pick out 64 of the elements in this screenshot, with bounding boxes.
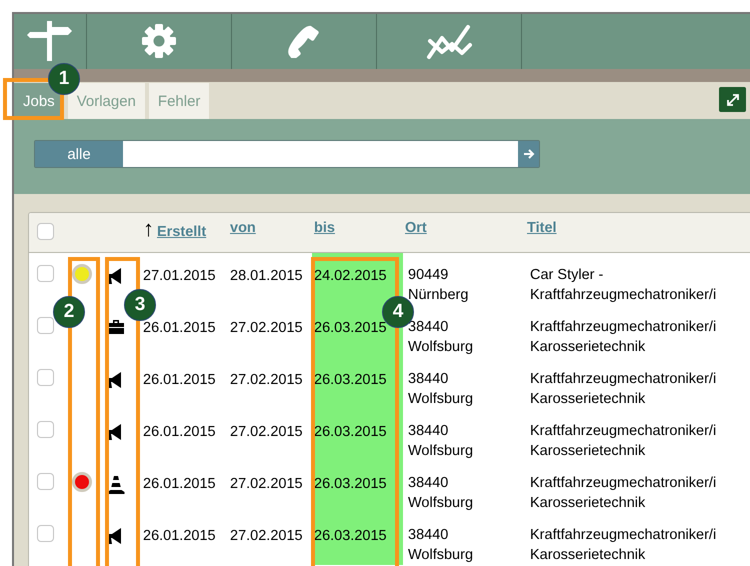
table-cell: 26.03.2015 (312, 409, 403, 461)
column-header-link[interactable]: bis (314, 220, 335, 236)
table-cell-text: Wolfsburg (408, 338, 474, 357)
column-header-link[interactable]: von (230, 220, 256, 236)
submit-button[interactable] (518, 141, 539, 168)
column-header-link[interactable]: Ort (405, 220, 427, 236)
signpost-icon (27, 19, 73, 64)
sort-arrow: ↑ (143, 218, 154, 240)
table-cell-text: 27.02.2015 (229, 475, 304, 494)
checkbox[interactable] (37, 421, 54, 438)
table-cell: 26.03.2015 (312, 461, 403, 513)
checkbox[interactable] (37, 369, 54, 386)
table-cell-text: Karosserietechnik (530, 390, 646, 409)
expand-button[interactable] (719, 87, 746, 112)
table-cell-text: 26.01.2015 (142, 423, 217, 442)
settings-icon (141, 23, 177, 60)
table-cell-text: 26.01.2015 (142, 475, 217, 494)
table-cell-text: 27.02.2015 (229, 423, 304, 442)
column-header-link[interactable]: Erstellt (157, 224, 206, 240)
table-cell-text: 27.02.2015 (229, 319, 304, 338)
checkbox[interactable] (37, 473, 54, 490)
table-cell-text: 26.01.2015 (142, 527, 217, 546)
table-cell-text: Karosserietechnik (530, 546, 646, 565)
table-cell-text: Wolfsburg (408, 494, 474, 513)
table-cell-text: Kraftfahrzeugmechatroniker/i (530, 474, 716, 493)
table-cell: 26.03.2015 (312, 513, 403, 565)
table-cell-text: 38440 (408, 474, 450, 493)
search-field[interactable]: alle (34, 140, 540, 168)
table-cell-text: Kraftfahrzeugmechatroniker/i (530, 422, 716, 441)
table-cell-text: Car Styler - (530, 266, 604, 285)
table-cell-text: 27.02.2015 (229, 371, 304, 390)
table-cell-text: Karosserietechnik (530, 494, 646, 513)
checkbox[interactable] (37, 223, 54, 240)
table-cell-text: 38440 (408, 422, 450, 441)
table-cell-text: 27.01.2015 (142, 267, 217, 286)
table-cell-text: Kraftfahrzeugmechatroniker/i (530, 526, 716, 545)
briefcase-icon (107, 319, 125, 335)
table-cell-text: 38440 (408, 526, 450, 545)
table-cell-text: Wolfsburg (408, 546, 474, 565)
phone-icon (287, 24, 321, 58)
table-cell-text: Wolfsburg (408, 390, 474, 409)
table-cell-text: 38440 (408, 370, 450, 389)
tab[interactable]: Vorlagen (68, 83, 145, 120)
table-cell: 26.03.2015 (312, 357, 403, 409)
expand-icon (724, 92, 740, 108)
traffic-cone-icon (107, 475, 125, 495)
table-cell-text: 27.02.2015 (229, 527, 304, 546)
table-cell-text: 90449 (408, 266, 450, 285)
table-cell-text: Karosserietechnik (530, 442, 646, 461)
column-header-link[interactable]: Titel (527, 220, 557, 236)
filter-label: alle (35, 141, 123, 168)
tab[interactable]: Fehler (148, 83, 210, 120)
checkbox[interactable] (37, 525, 54, 542)
checkbox[interactable] (37, 317, 54, 334)
arrow-right-icon (522, 148, 534, 160)
table-cell-text: Kraftfahrzeugmechatroniker/i (530, 370, 716, 389)
table-cell-text: 26.01.2015 (142, 319, 217, 338)
table-cell-text: Karosserietechnik (530, 338, 646, 357)
table-cell-text: Kraftfahrzeugmechatroniker/i (530, 318, 716, 337)
table-cell-text: Kraftfahrzeugmechatroniker/i (530, 286, 716, 305)
table-cell-text: 28.01.2015 (229, 267, 304, 286)
table-cell-text: 26.01.2015 (142, 371, 217, 390)
table-cell-text: Wolfsburg (408, 442, 474, 461)
checkbox[interactable] (37, 265, 54, 282)
